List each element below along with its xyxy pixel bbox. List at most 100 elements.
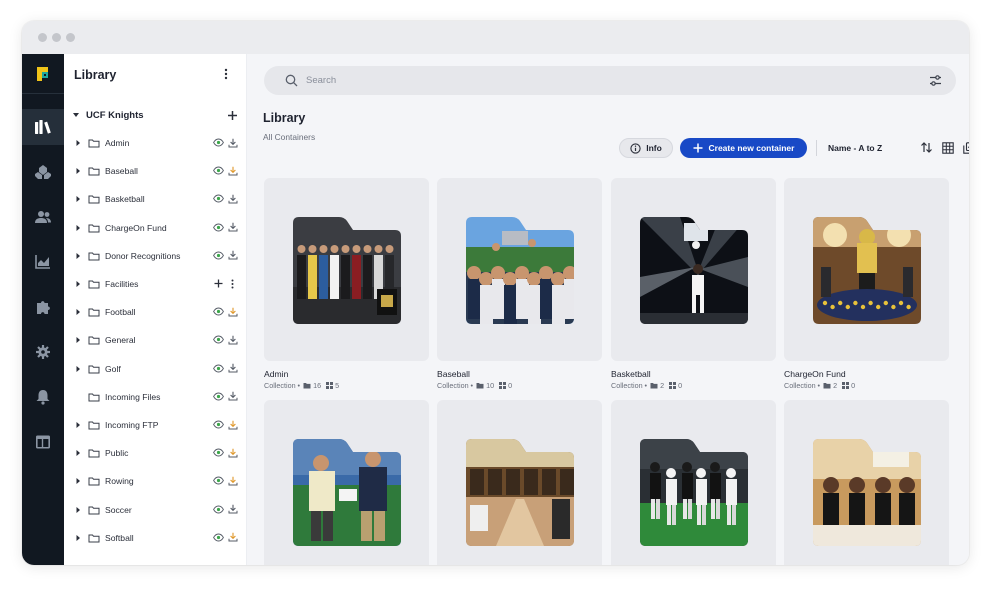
- download-icon[interactable]: [227, 419, 238, 430]
- card-preview[interactable]: [611, 178, 776, 361]
- caret-right-icon[interactable]: [74, 224, 82, 232]
- tree-item-facilities[interactable]: Facilities: [74, 275, 242, 293]
- eye-icon[interactable]: [213, 475, 224, 486]
- download-icon[interactable]: [227, 532, 238, 543]
- caret-right-icon[interactable]: [74, 195, 82, 203]
- rail-integrations[interactable]: [22, 289, 64, 325]
- eye-icon[interactable]: [213, 193, 224, 204]
- caret-right-icon[interactable]: [74, 167, 82, 175]
- info-button[interactable]: Info: [619, 138, 673, 158]
- download-icon[interactable]: [227, 222, 238, 233]
- caret-right-icon[interactable]: [74, 421, 82, 429]
- eye-icon[interactable]: [213, 137, 224, 148]
- card-preview[interactable]: [611, 400, 776, 565]
- eye-icon[interactable]: [213, 250, 224, 261]
- add-container-button[interactable]: [224, 107, 240, 123]
- eye-icon[interactable]: [213, 447, 224, 458]
- tree-item-actions: [210, 363, 238, 374]
- eye-icon[interactable]: [213, 532, 224, 543]
- folder-count: 10: [476, 381, 494, 390]
- rail-users[interactable]: [22, 199, 64, 235]
- grid-view-button[interactable]: [940, 140, 955, 155]
- download-icon[interactable]: [227, 165, 238, 176]
- card-title[interactable]: Admin: [264, 369, 288, 379]
- filter-settings-icon[interactable]: [929, 74, 942, 87]
- tree-item-incoming-ftp[interactable]: Incoming FTP: [74, 416, 242, 434]
- download-icon[interactable]: [227, 193, 238, 204]
- download-icon[interactable]: [227, 447, 238, 458]
- tree-item-golf[interactable]: Golf: [74, 360, 242, 378]
- search-input[interactable]: [306, 72, 886, 89]
- breadcrumb[interactable]: All Containers: [263, 132, 315, 142]
- download-icon[interactable]: [227, 250, 238, 261]
- rail-analytics[interactable]: [22, 244, 64, 280]
- caret-right-icon[interactable]: [74, 365, 82, 373]
- download-icon[interactable]: [227, 391, 238, 402]
- tree-item-general[interactable]: General: [74, 331, 242, 349]
- app-logo[interactable]: [22, 54, 64, 94]
- tree-root-ucf-knights[interactable]: UCF Knights: [72, 106, 240, 124]
- window-dot-close[interactable]: [38, 33, 47, 42]
- tree-item-donor-recognitions[interactable]: Donor Recognitions: [74, 247, 242, 265]
- download-icon[interactable]: [227, 334, 238, 345]
- sort-dropdown[interactable]: Name - A to Z: [828, 143, 882, 153]
- tree-item-softball[interactable]: Softball: [74, 529, 242, 547]
- card-preview[interactable]: [264, 400, 429, 565]
- rail-shapes[interactable]: [22, 154, 64, 190]
- tree-item-rowing[interactable]: Rowing: [74, 472, 242, 490]
- tree-item-public[interactable]: Public: [74, 444, 242, 462]
- eye-icon[interactable]: [213, 363, 224, 374]
- tree-item-chargeon-fund[interactable]: ChargeOn Fund: [74, 219, 242, 237]
- caret-right-icon[interactable]: [74, 336, 82, 344]
- card-title[interactable]: Baseball: [437, 369, 470, 379]
- multi-select-button[interactable]: [961, 140, 969, 155]
- card-preview[interactable]: [437, 400, 602, 565]
- tree-item-admin[interactable]: Admin: [74, 134, 242, 152]
- caret-right-icon[interactable]: [74, 280, 82, 288]
- tree-item-baseball[interactable]: Baseball: [74, 162, 242, 180]
- caret-right-icon[interactable]: [74, 477, 82, 485]
- caret-right-icon[interactable]: [74, 308, 82, 316]
- caret-right-icon[interactable]: [74, 449, 82, 457]
- gear-icon: [36, 345, 50, 359]
- eye-icon[interactable]: [213, 334, 224, 345]
- window-dot-minimize[interactable]: [52, 33, 61, 42]
- card-preview[interactable]: [784, 178, 949, 361]
- caret-right-icon[interactable]: [74, 506, 82, 514]
- card-preview[interactable]: [437, 178, 602, 361]
- download-icon[interactable]: [227, 363, 238, 374]
- tree-item-incoming-files[interactable]: Incoming Files: [74, 388, 242, 406]
- download-icon[interactable]: [227, 306, 238, 317]
- rail-library[interactable]: [22, 109, 64, 145]
- download-icon[interactable]: [227, 475, 238, 486]
- caret-right-icon[interactable]: [74, 534, 82, 542]
- create-container-button[interactable]: Create new container: [680, 138, 807, 158]
- caret-right-icon[interactable]: [74, 252, 82, 260]
- download-icon[interactable]: [227, 504, 238, 515]
- window-dot-maximize[interactable]: [66, 33, 75, 42]
- eye-icon[interactable]: [213, 222, 224, 233]
- eye-icon[interactable]: [213, 504, 224, 515]
- tree-item-soccer[interactable]: Soccer: [74, 501, 242, 519]
- eye-icon[interactable]: [213, 165, 224, 176]
- caret-down-icon[interactable]: [72, 111, 80, 119]
- tree-item-football[interactable]: Football: [74, 303, 242, 321]
- eye-icon[interactable]: [213, 306, 224, 317]
- plus-icon[interactable]: [213, 278, 224, 289]
- sort-order-button[interactable]: [919, 140, 934, 155]
- card-preview[interactable]: [264, 178, 429, 361]
- tree-item-basketball[interactable]: Basketball: [74, 190, 242, 208]
- more-vertical-icon[interactable]: [227, 278, 238, 289]
- rail-layout[interactable]: [22, 424, 64, 460]
- eye-icon[interactable]: [213, 419, 224, 430]
- card-title[interactable]: ChargeOn Fund: [784, 369, 846, 379]
- eye-icon[interactable]: [213, 391, 224, 402]
- rail-notifications[interactable]: [22, 379, 64, 415]
- caret-right-icon[interactable]: [74, 139, 82, 147]
- download-icon[interactable]: [227, 137, 238, 148]
- card-preview[interactable]: [784, 400, 949, 565]
- sidebar-more-button[interactable]: [218, 65, 234, 83]
- card-title[interactable]: Basketball: [611, 369, 651, 379]
- tree-item-label: ChargeOn Fund: [105, 222, 167, 233]
- rail-settings[interactable]: [22, 334, 64, 370]
